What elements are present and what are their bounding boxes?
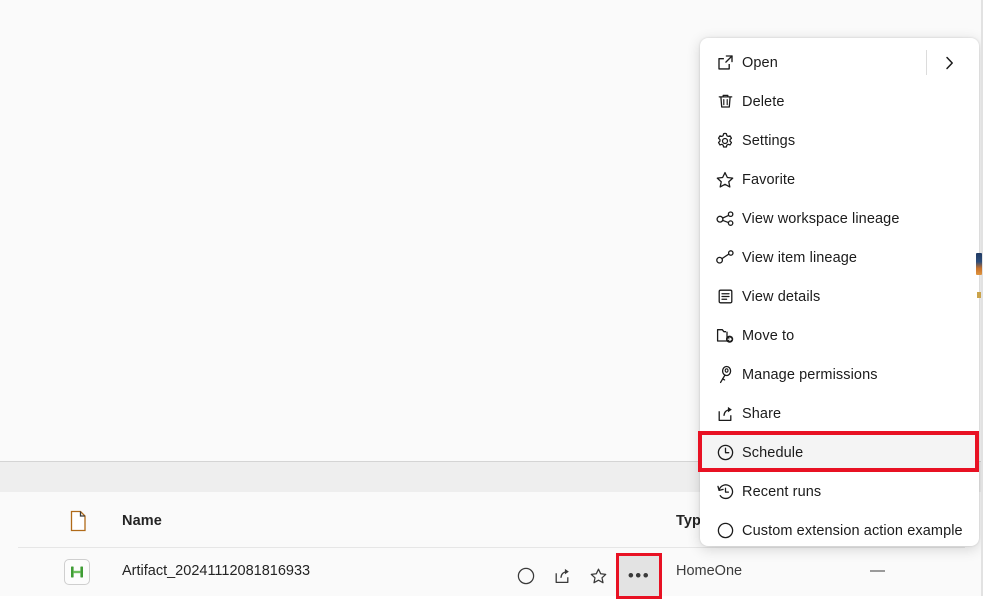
open-external-icon	[708, 51, 742, 75]
context-menu[interactable]: Open Delete Settings Favorite View works…	[700, 38, 979, 546]
circle-icon[interactable]	[508, 557, 544, 595]
menu-item-label: Manage permissions	[742, 366, 878, 383]
menu-item-favorite[interactable]: Favorite	[700, 160, 979, 199]
chevron-right-icon[interactable]	[933, 43, 965, 82]
share-icon[interactable]	[544, 557, 580, 595]
more-actions-icon[interactable]: •••	[616, 553, 662, 599]
menu-item-move-to[interactable]: Move to	[700, 316, 979, 355]
move-to-folder-icon	[708, 324, 742, 348]
details-icon	[708, 285, 742, 309]
menu-item-label: Share	[742, 405, 782, 422]
trash-icon	[708, 90, 742, 114]
menu-item-label: Move to	[742, 327, 795, 344]
menu-item-label: Custom extension action example	[742, 522, 963, 539]
menu-item-label: View details	[742, 288, 821, 305]
app-root: Name Typ Artifact_20241112081816933 ••• …	[0, 0, 983, 599]
item-name[interactable]: Artifact_20241112081816933	[122, 563, 310, 579]
item-type: HomeOne	[676, 563, 743, 579]
item-lineage-icon	[708, 246, 742, 270]
menu-item-view-item-lineage[interactable]: View item lineage	[700, 238, 979, 277]
column-header-name[interactable]: Name	[122, 513, 162, 529]
menu-item-label: Settings	[742, 132, 796, 149]
edge-clipped-element	[976, 253, 982, 275]
menu-item-delete[interactable]: Delete	[700, 82, 979, 121]
menu-item-view-workspace-lineage[interactable]: View workspace lineage	[700, 199, 979, 238]
menu-item-view-details[interactable]: View details	[700, 277, 979, 316]
menu-item-label: Delete	[742, 93, 785, 110]
menu-item-manage-permissions[interactable]: Manage permissions	[700, 355, 979, 394]
menu-item-schedule[interactable]: Schedule	[700, 433, 979, 472]
menu-item-label: Open	[742, 54, 778, 71]
column-header-type[interactable]: Typ	[676, 513, 702, 529]
menu-item-custom-extension-action-example[interactable]: Custom extension action example	[700, 511, 979, 546]
menu-item-divider	[926, 50, 927, 75]
item-extra: —	[870, 562, 885, 579]
menu-item-settings[interactable]: Settings	[700, 121, 979, 160]
row-action-bar: •••	[508, 553, 662, 599]
menu-item-label: View item lineage	[742, 249, 858, 266]
menu-item-recent-runs[interactable]: Recent runs	[700, 472, 979, 511]
history-icon	[708, 480, 742, 504]
menu-item-label: Recent runs	[742, 483, 822, 500]
menu-item-label: Schedule	[742, 444, 804, 461]
clock-icon	[708, 441, 742, 465]
artifact-green-icon	[64, 559, 90, 585]
share-icon	[708, 402, 742, 426]
favorite-star-icon[interactable]	[580, 557, 616, 595]
document-icon	[68, 510, 88, 532]
circle-icon	[708, 519, 742, 543]
workspace-lineage-icon	[708, 207, 742, 231]
menu-item-open[interactable]: Open	[700, 43, 979, 82]
gear-icon	[708, 129, 742, 153]
menu-item-share[interactable]: Share	[700, 394, 979, 433]
key-icon	[708, 363, 742, 387]
edge-clipped-element-secondary	[977, 292, 981, 298]
table-row[interactable]: Artifact_20241112081816933 ••• HomeOne —	[0, 548, 983, 599]
star-icon	[708, 168, 742, 192]
more-actions-label: •••	[627, 566, 651, 585]
menu-item-label: Favorite	[742, 171, 796, 188]
menu-item-label: View workspace lineage	[742, 210, 900, 227]
